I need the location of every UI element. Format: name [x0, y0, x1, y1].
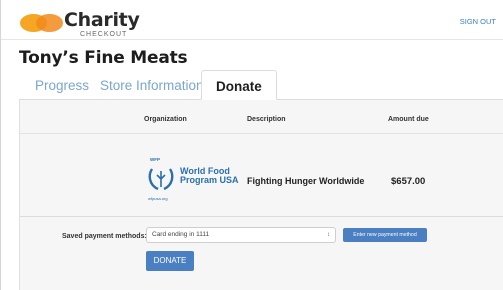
donate-button[interactable]: DONATE	[146, 251, 194, 271]
org-url: wfpusa.org	[148, 196, 168, 201]
header-divider	[20, 133, 503, 134]
amount-due: $657.00	[391, 176, 426, 187]
payment-method-select[interactable]: Card ending in 1111 ↕	[146, 227, 336, 243]
payment-methods-label: Saved payment methods:	[62, 233, 147, 240]
charity-checkout-logo[interactable]: Charity CHECKOUT	[20, 9, 140, 38]
donation-description: Fighting Hunger Worldwide	[247, 176, 365, 186]
tab-donate[interactable]: Donate	[201, 70, 277, 100]
tab-bar: Progress Store Information Donate	[21, 70, 503, 100]
organization-logo: WFP World Food Program USA wfpusa.org	[146, 157, 256, 205]
app-frame: Charity CHECKOUT SIGN OUT Tony’s Fine Me…	[0, 0, 503, 290]
enter-new-payment-button[interactable]: Enter new payment method	[343, 228, 427, 242]
logo-circle-right	[36, 14, 63, 32]
column-header-description: Description	[247, 116, 286, 123]
header: Charity CHECKOUT SIGN OUT	[1, 0, 503, 40]
logo-sub-text: CHECKOUT	[80, 31, 128, 38]
column-header-organization: Organization	[144, 116, 187, 123]
wfp-laurel-icon	[148, 168, 174, 191]
row-divider	[20, 216, 503, 217]
donate-panel: Organization Description Amount due WFP …	[19, 100, 503, 290]
select-arrows-icon: ↕	[327, 232, 330, 238]
sign-out-link[interactable]: SIGN OUT	[460, 17, 496, 26]
page-title: Tony’s Fine Meats	[19, 48, 188, 68]
org-name-line-2: Program USA	[180, 175, 239, 185]
tab-store-information[interactable]: Store Information	[86, 70, 218, 100]
column-header-amount: Amount due	[388, 116, 429, 123]
wfp-badge: WFP	[150, 157, 160, 162]
payment-method-value: Card ending in 1111	[152, 231, 210, 238]
logo-brand-text: Charity	[64, 9, 140, 31]
